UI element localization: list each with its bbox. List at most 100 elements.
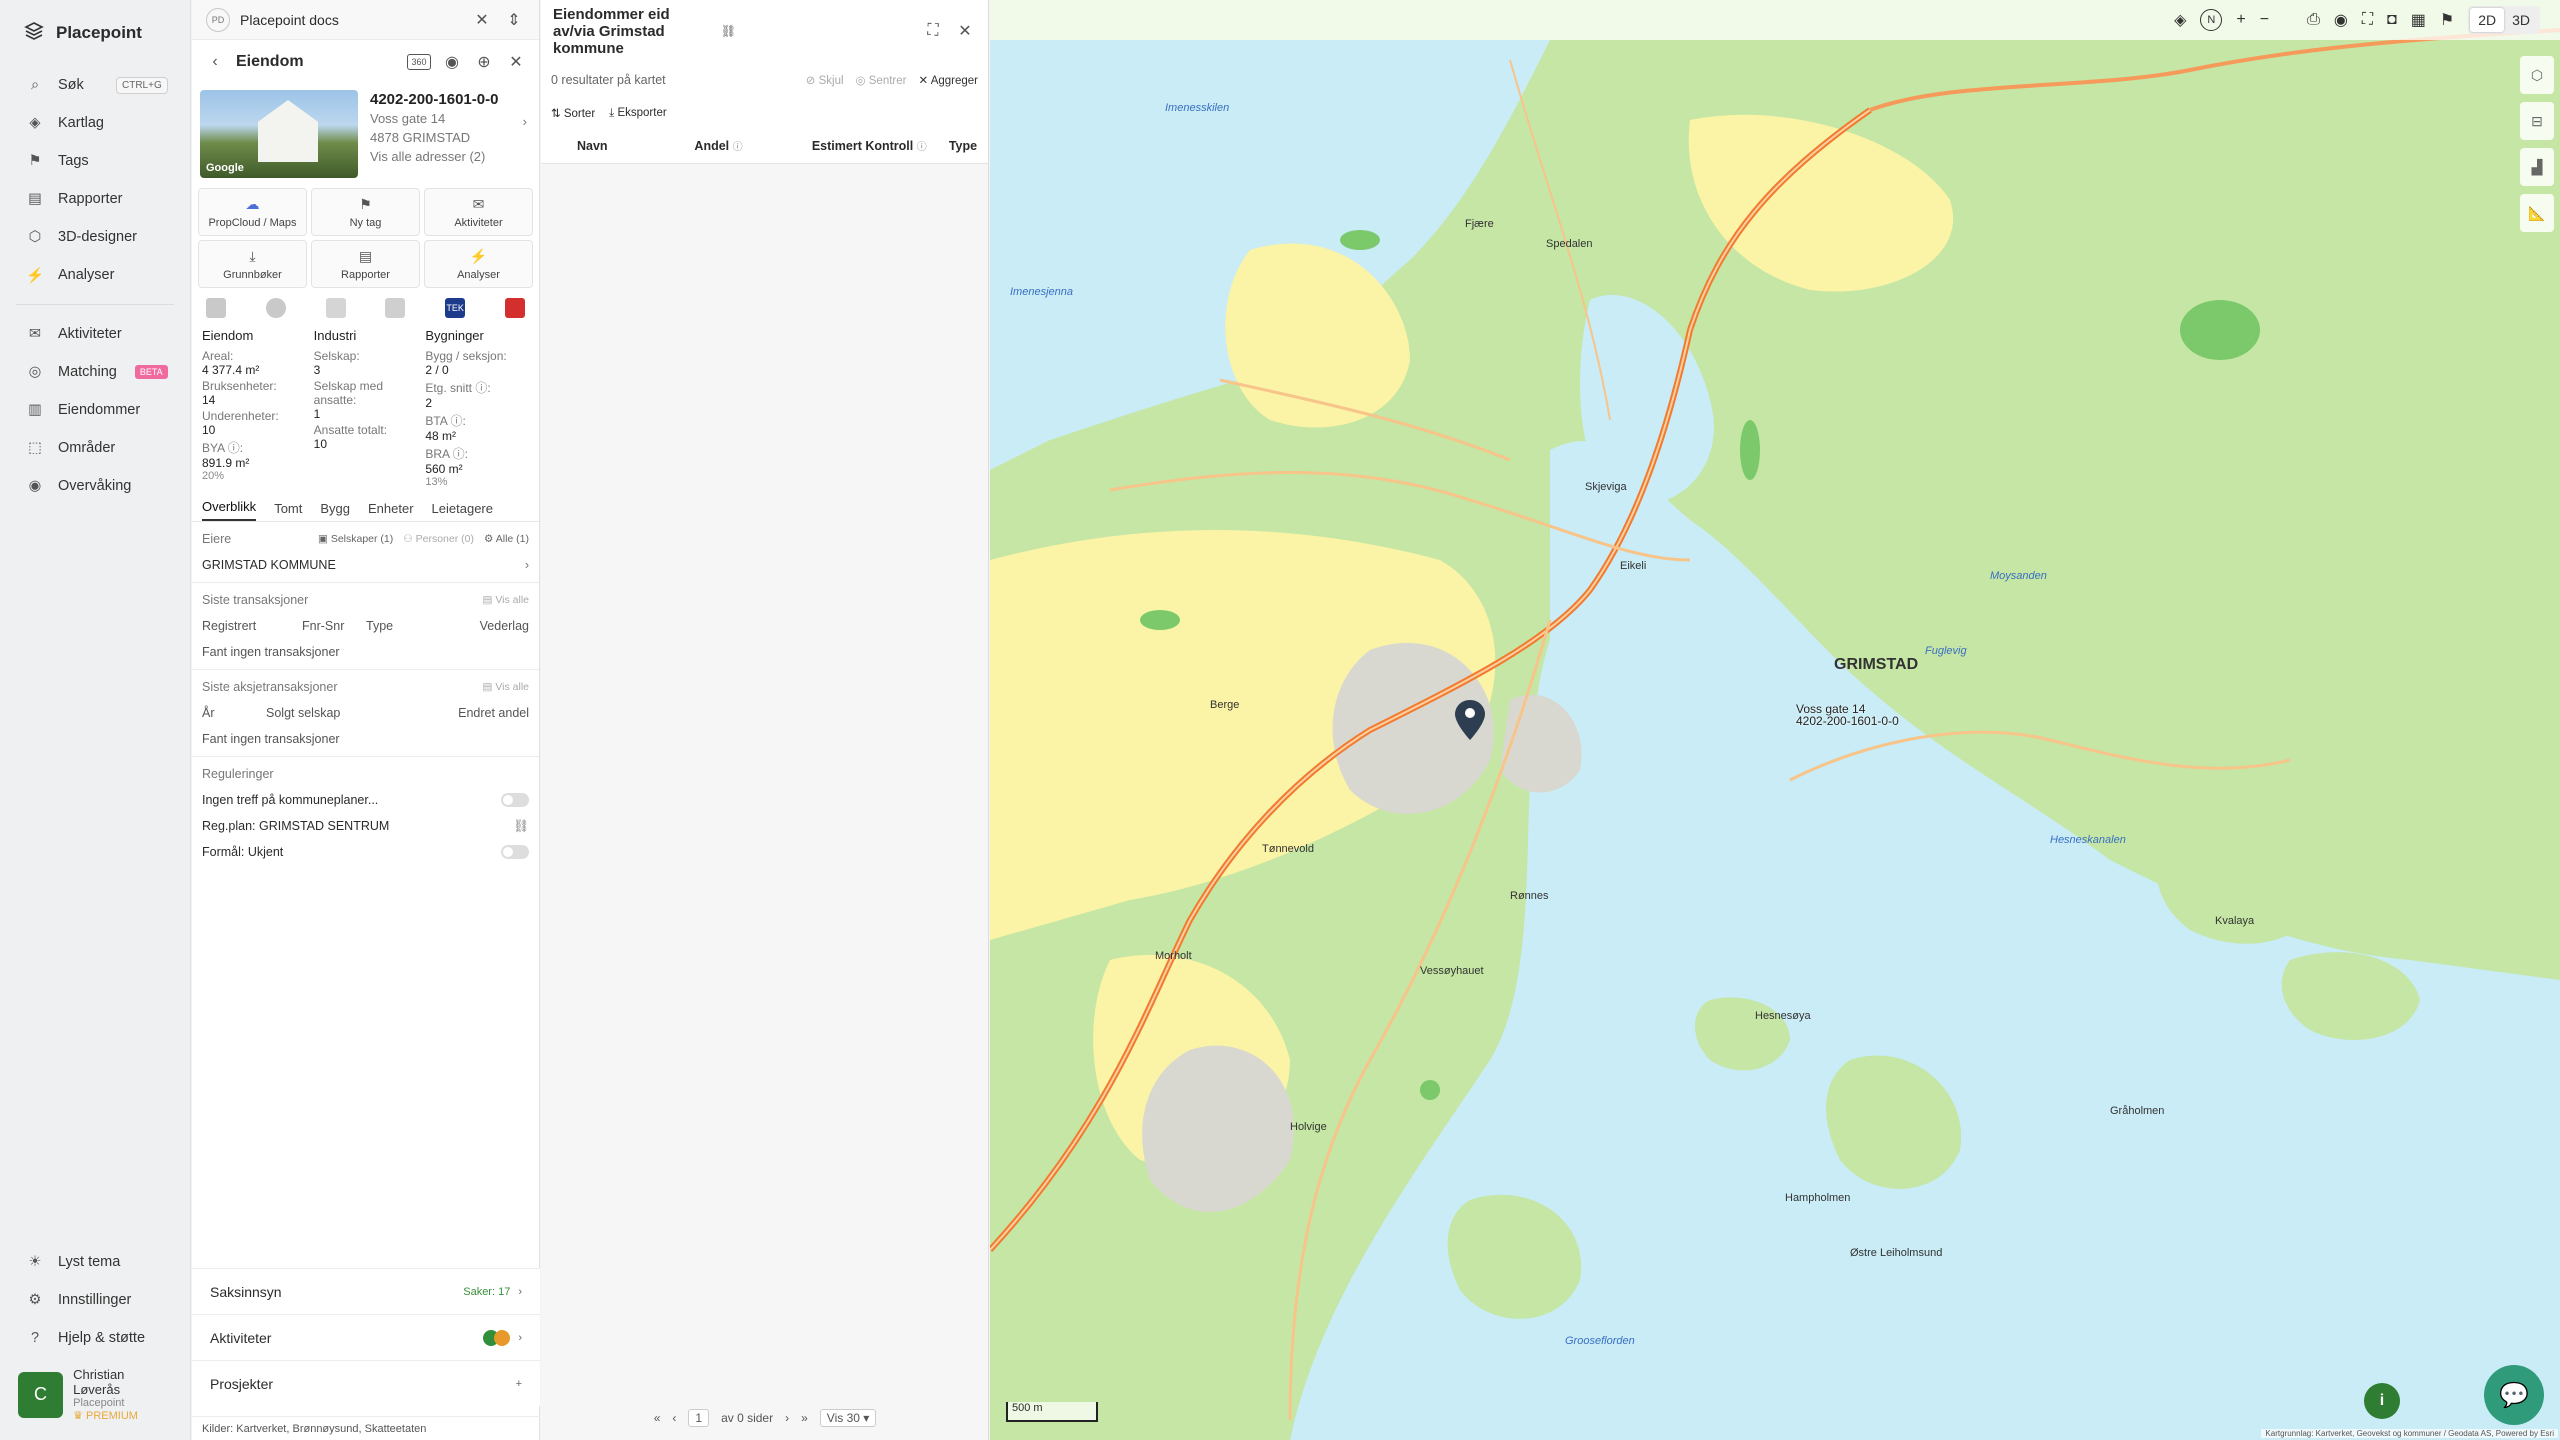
close-icon[interactable]: ✕ [954, 20, 976, 42]
transactions-show-all[interactable]: ▤ Vis alle [482, 594, 529, 606]
nav-item-3d-designer[interactable]: ⬡ 3D-designer [0, 218, 190, 256]
ruler-icon[interactable]: 📐 [2520, 194, 2554, 232]
back-icon[interactable]: ‹ [204, 51, 226, 73]
first-page-icon[interactable]: « [654, 1411, 661, 1425]
tab-leietagere[interactable]: Leietagere [432, 501, 493, 521]
nav-item-omr-der[interactable]: ⬚ Områder [0, 429, 190, 467]
tab-overblikk[interactable]: Overblikk [202, 499, 257, 521]
accordion-saksinnsyn[interactable]: Saksinnsyn Saker: 17 › [192, 1268, 540, 1314]
tab-bygg[interactable]: Bygg [320, 501, 350, 521]
tile-rapporter[interactable]: ▤ Rapporter [311, 240, 420, 288]
chat-icon[interactable]: 💬 [2484, 1365, 2544, 1425]
zoom-out-icon[interactable]: − [2260, 11, 2269, 29]
camera-icon[interactable]: ◘ [2387, 11, 2397, 29]
accordion-prosjekter[interactable]: Prosjekter + [192, 1360, 540, 1406]
col-andel[interactable]: Andel ⓘ [694, 138, 811, 153]
eye-icon[interactable]: ◉ [441, 51, 463, 73]
export-button[interactable]: ⤓ Eksporter [609, 107, 667, 120]
regulation-toggle[interactable] [501, 793, 529, 807]
all-addresses-link[interactable]: Vis alle adresser (2) [370, 147, 533, 166]
accordion-aktiviteter[interactable]: Aktiviteter › [192, 1314, 540, 1360]
col-estimert-kontroll[interactable]: Estimert Kontroll ⓘ [812, 138, 949, 153]
tek-icon[interactable]: TEK [445, 298, 466, 318]
industry-icon[interactable] [325, 298, 346, 318]
nav-item-eiendommer[interactable]: ▥ Eiendommer [0, 391, 190, 429]
aggregate-button[interactable]: ✕ Aggreger [918, 73, 978, 87]
bars-icon[interactable] [385, 298, 406, 318]
print-icon[interactable]: ⎙ [2307, 11, 2320, 29]
link-icon[interactable]: ⛓ [718, 20, 740, 42]
col-fnr-snr: Fnr-Snr [302, 619, 345, 633]
chart-icon[interactable]: ▟ [2520, 148, 2554, 186]
expand-collapse-icon[interactable]: ⇕ [503, 9, 525, 31]
filter-persons[interactable]: ⚇ Personer (0) [403, 533, 474, 545]
page-size-select[interactable]: Vis 30 ▾ [819, 1409, 877, 1427]
next-page-icon[interactable]: › [785, 1411, 789, 1425]
tile-propcloud-maps[interactable]: ☁ PropCloud / Maps [198, 188, 307, 236]
tile-ny-tag[interactable]: ⚑ Ny tag [311, 188, 420, 236]
map-place-label: Tønnevold [1262, 843, 1314, 855]
user-org: Placepoint [73, 1397, 125, 1409]
hide-button[interactable]: ⊘ Skjul [806, 73, 844, 87]
transactions-header: Siste transaksjoner ▤ Vis alle [192, 587, 539, 613]
fullscreen-icon[interactable]: ⛶ [922, 20, 944, 42]
fullscreen-icon[interactable]: ⛶ [2362, 11, 2373, 29]
share-tx-show-all[interactable]: ▤ Vis alle [482, 681, 529, 693]
grid-icon[interactable]: ▦ [2411, 10, 2426, 30]
tile-grunnb-ker[interactable]: ⤓ Grunnbøker [198, 240, 307, 288]
nav-item-overv-king[interactable]: ◉ Overvåking [0, 467, 190, 505]
mode-2d-button[interactable]: 2D [2470, 8, 2505, 32]
info-icon[interactable]: i [2364, 1383, 2400, 1419]
nav-item-s-k[interactable]: ⌕ Søk CTRL+G [0, 66, 190, 104]
compass-north-icon[interactable]: N [2200, 9, 2223, 31]
draw-polygon-icon[interactable]: ⬡ [2520, 56, 2554, 94]
street-view-photo[interactable]: Google [200, 90, 358, 178]
brand[interactable]: Placepoint [0, 0, 190, 66]
prev-page-icon[interactable]: ‹ [672, 1411, 676, 1425]
nav-item-label: Aktiviteter [58, 326, 122, 342]
nav-item-innstillinger[interactable]: ⚙ Innstillinger [0, 1281, 191, 1319]
chevron-right-icon[interactable]: › [523, 112, 527, 131]
nav-item-kartlag[interactable]: ◈ Kartlag [0, 104, 190, 142]
sort-button[interactable]: ⇅ Sorter [551, 106, 595, 120]
nav-item-analyser[interactable]: ⚡ Analyser [0, 256, 190, 294]
layers-toggle-icon[interactable]: ◈ [2174, 10, 2186, 30]
tile-analyser[interactable]: ⚡ Analyser [424, 240, 533, 288]
plus-icon[interactable]: + [516, 1378, 522, 1390]
bookmark-icon[interactable]: ⚑ [2440, 10, 2454, 30]
close-icon[interactable]: ✕ [505, 51, 527, 73]
link-icon[interactable]: ⛓ [513, 819, 529, 834]
map-canvas[interactable]: GRIMSTAD Berge Holvige Tønnevold Skjevig… [990, 0, 2560, 1440]
home-icon[interactable] [504, 298, 525, 318]
measure-icon[interactable]: ⊟ [2520, 102, 2554, 140]
zoom-in-icon[interactable]: + [2236, 11, 2245, 29]
mode-3d-button[interactable]: 3D [2504, 8, 2538, 32]
nav-item-tags[interactable]: ⚑ Tags [0, 142, 190, 180]
last-page-icon[interactable]: » [801, 1411, 808, 1425]
col-type[interactable]: Type [949, 139, 988, 153]
eye-icon[interactable]: ◉ [2334, 10, 2348, 30]
nav-item-matching[interactable]: ◎ Matching BETA [0, 353, 190, 391]
filter-all[interactable]: ⚙ Alle (1) [484, 533, 529, 545]
nav-item-lyst-tema[interactable]: ☀ Lyst tema [0, 1243, 191, 1281]
nav-item-aktiviteter[interactable]: ✉ Aktiviteter [0, 315, 190, 353]
ssb-icon[interactable] [206, 298, 226, 318]
tab-tomt[interactable]: Tomt [274, 501, 302, 521]
view-360-icon[interactable]: 360 [407, 54, 431, 70]
nav-item-hjelp-st-tte[interactable]: ? Hjelp & støtte [0, 1319, 191, 1357]
close-icon[interactable]: ✕ [471, 9, 493, 31]
nav-item-rapporter[interactable]: ▤ Rapporter [0, 180, 190, 218]
target-icon[interactable]: ⊕ [473, 51, 495, 73]
col-navn[interactable]: Navn [577, 139, 694, 153]
map-place-label: Gråholmen [2110, 1105, 2165, 1117]
page-input[interactable]: 1 [688, 1409, 710, 1427]
filter-companies[interactable]: ▣ Selskaper (1) [318, 533, 393, 545]
center-button[interactable]: ◎ Sentrer [856, 73, 907, 87]
owner-row[interactable]: GRIMSTAD KOMMUNE › [192, 552, 539, 578]
regulation-toggle[interactable] [501, 845, 529, 859]
globe-icon[interactable] [265, 298, 286, 318]
user-card[interactable]: C Christian Løverås Placepoint ♛ PREMIUM [0, 1357, 191, 1440]
tab-enheter[interactable]: Enheter [368, 501, 414, 521]
docs-title[interactable]: Placepoint docs [240, 12, 461, 28]
tile-aktiviteter[interactable]: ✉ Aktiviteter [424, 188, 533, 236]
